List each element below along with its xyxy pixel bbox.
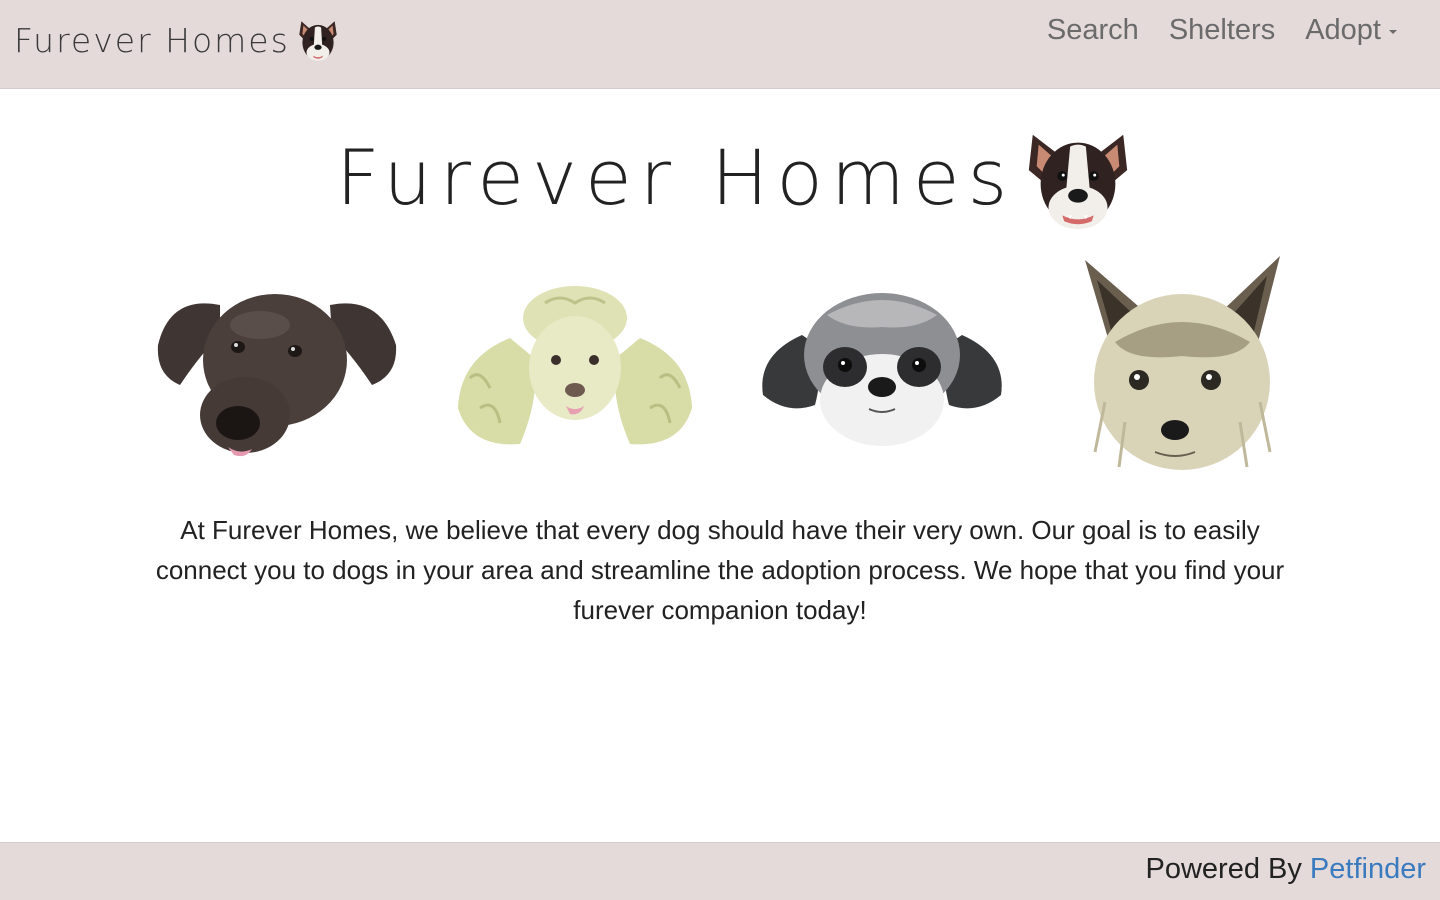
poodle-illustration: [458, 286, 692, 445]
brand-logo-link[interactable]: Furever Homes: [14, 14, 344, 66]
nav-shelters-link[interactable]: Shelters: [1154, 14, 1290, 47]
intro-paragraph: At Furever Homes, we believe that every …: [155, 515, 1285, 625]
top-navbar: Furever Homes Search Shelters Adopt: [0, 0, 1440, 89]
labrador-illustration: [157, 294, 397, 457]
yorkie-illustration: [1085, 256, 1280, 470]
boston-terrier-icon: [1029, 134, 1128, 230]
shih-tzu-illustration: [762, 293, 1002, 446]
petfinder-link[interactable]: Petfinder: [1310, 853, 1426, 885]
hero-logo: Furever Homes: [336, 124, 1137, 236]
brand-text: Furever Homes: [14, 20, 290, 60]
dog-illustrations-row: [145, 250, 1295, 478]
nav-adopt-dropdown[interactable]: Adopt: [1290, 14, 1412, 47]
nav-search-link[interactable]: Search: [1032, 14, 1154, 47]
footer-prefix: Powered By: [1145, 853, 1302, 885]
hero-title: Furever Homes: [336, 133, 1016, 222]
boston-terrier-icon: [299, 21, 337, 61]
footer-bar: Powered By Petfinder: [0, 842, 1440, 900]
nav-adopt-label: Adopt: [1305, 14, 1381, 46]
nav-links: Search Shelters Adopt: [1032, 14, 1412, 47]
chevron-down-icon: [1389, 29, 1397, 34]
footer-credit: Powered By Petfinder: [1146, 853, 1427, 886]
